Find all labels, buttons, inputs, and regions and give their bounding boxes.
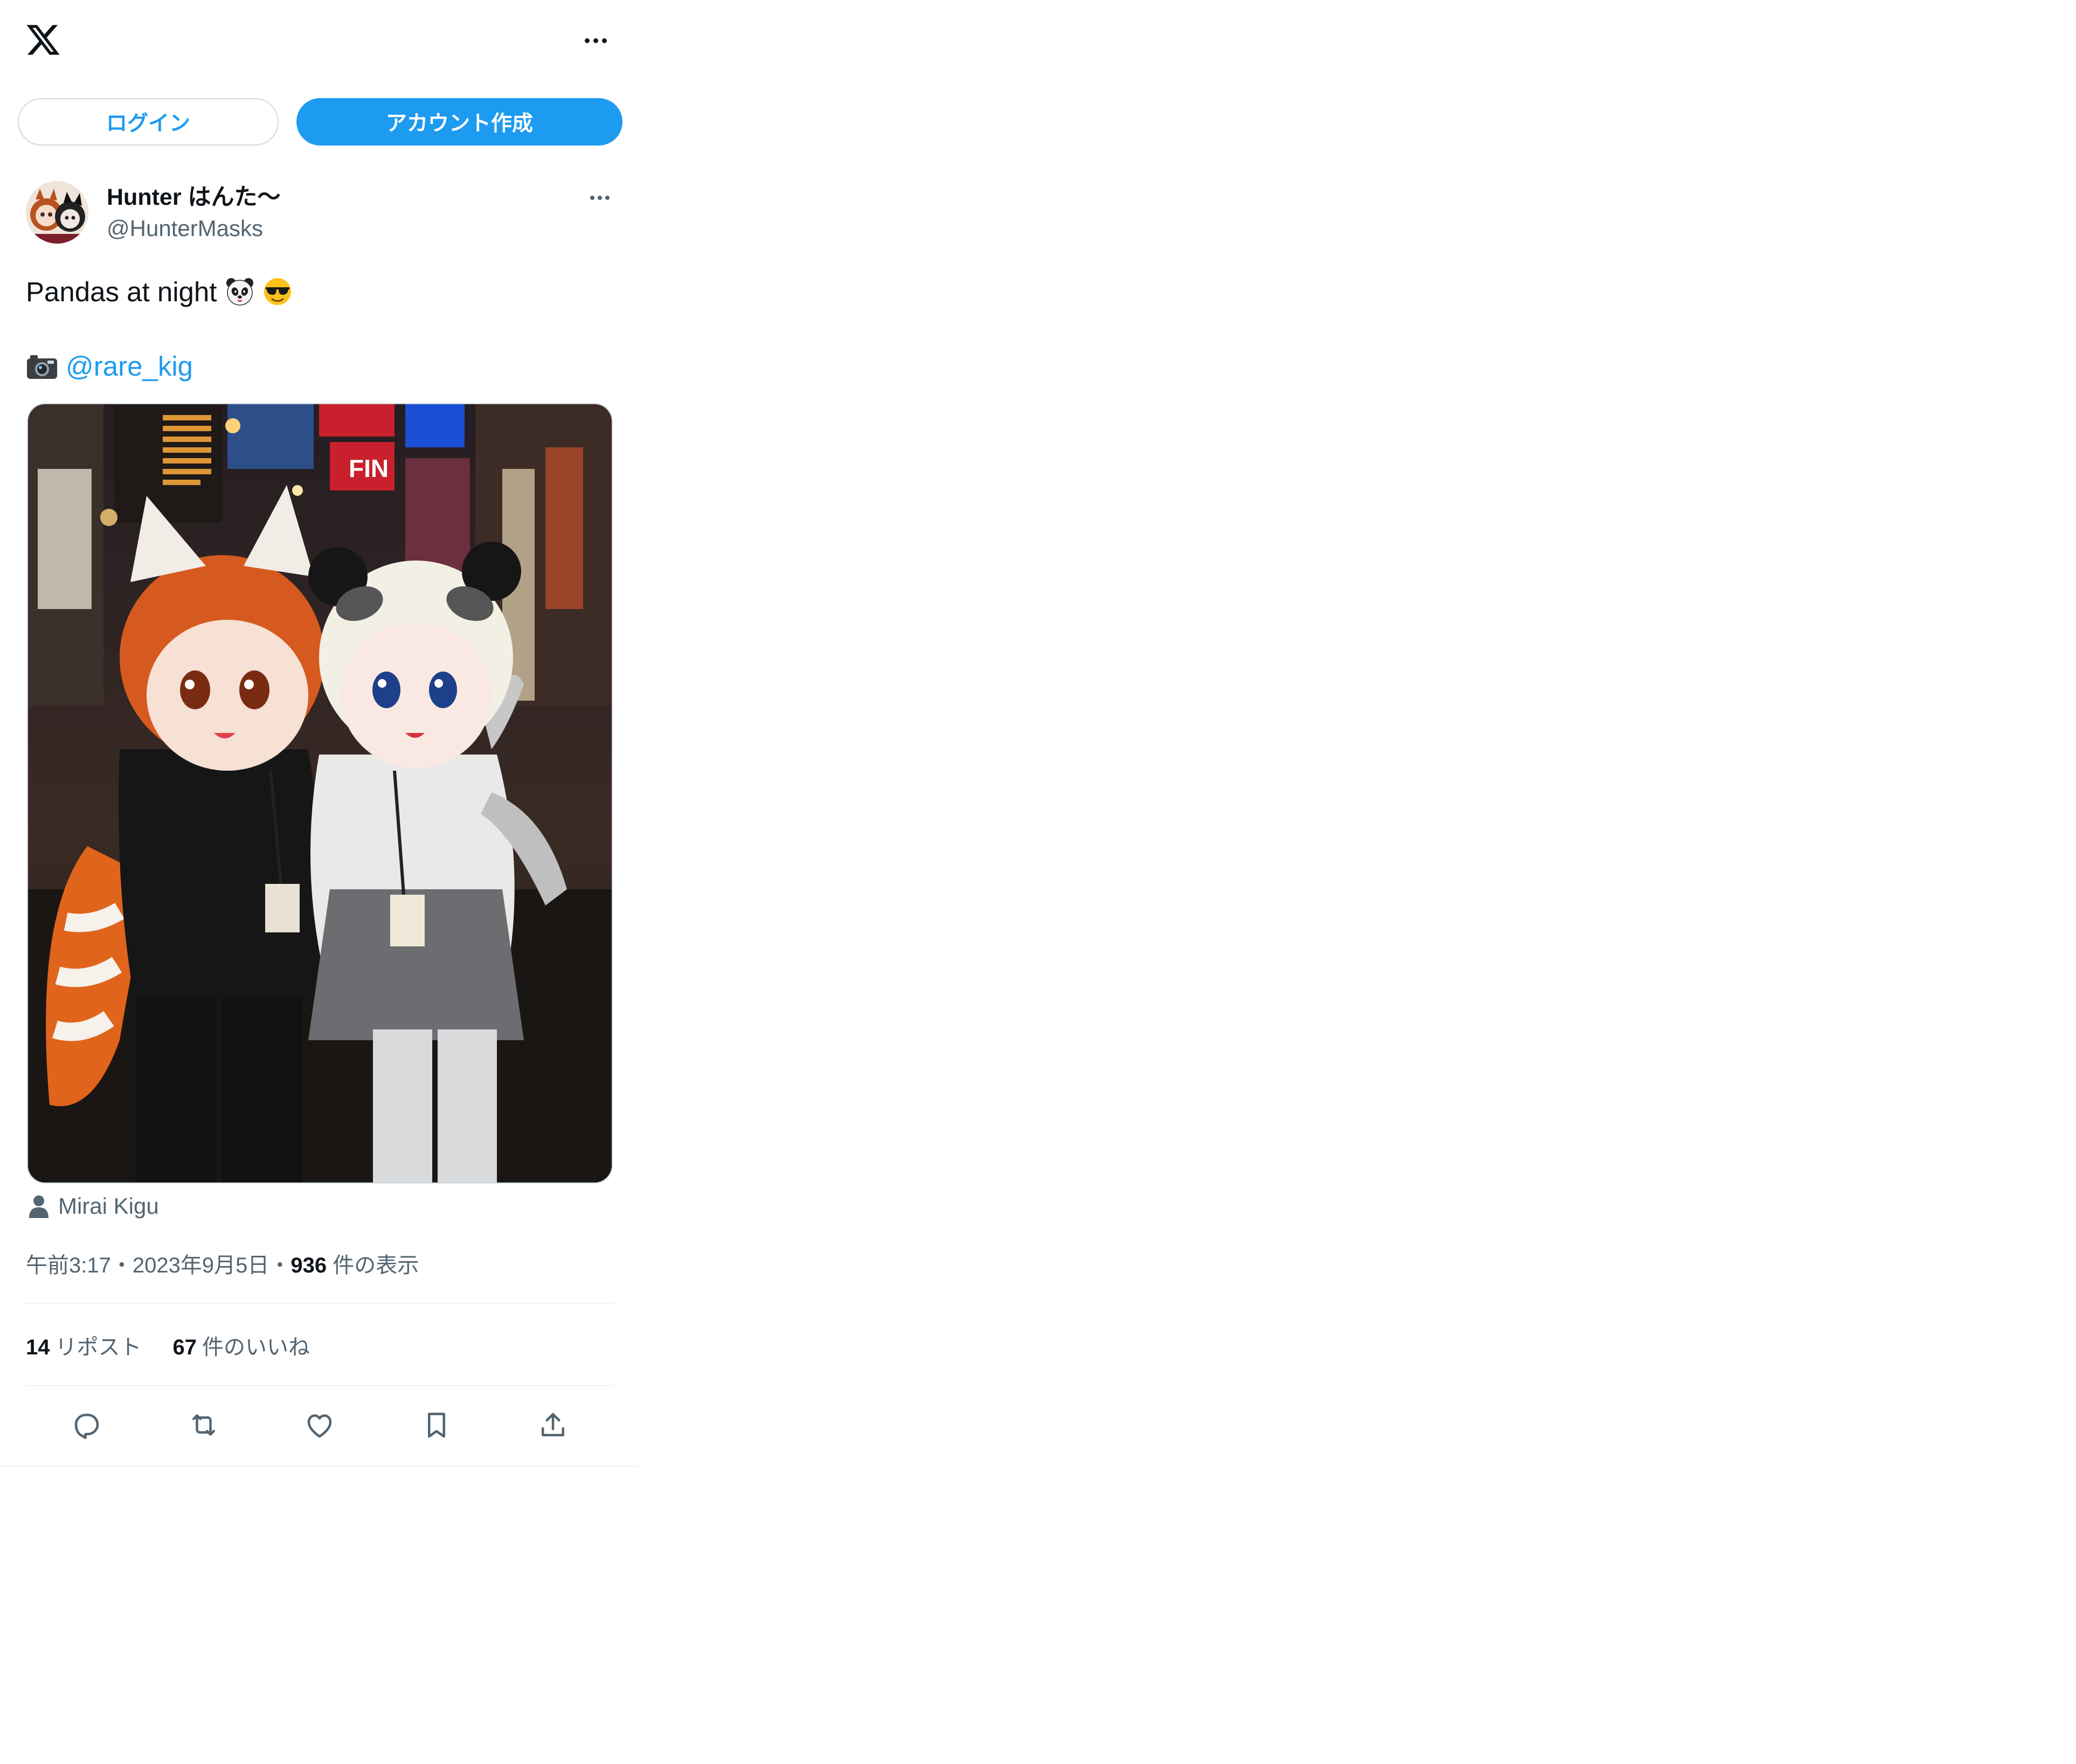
reposts-count: 14 xyxy=(26,1336,50,1359)
action-bar xyxy=(26,1403,613,1447)
divider xyxy=(26,1303,613,1304)
likes-count: 67 xyxy=(172,1336,197,1359)
repost-icon[interactable] xyxy=(182,1403,225,1447)
tweet-time[interactable]: 午前3:17 xyxy=(26,1254,111,1277)
svg-text:FIN: FIN xyxy=(349,454,389,482)
engagement-stats: 14 リポスト 67 件のいいね xyxy=(26,1333,310,1361)
signup-button[interactable]: アカウント作成 xyxy=(296,98,622,146)
likes-stat[interactable]: 67 件のいいね xyxy=(173,1333,310,1361)
reposts-label: リポスト xyxy=(55,1336,142,1359)
login-button[interactable]: ログイン xyxy=(18,98,279,146)
divider xyxy=(26,1385,613,1386)
author-name[interactable]: Hunter はんた〜 xyxy=(107,183,281,211)
tweet-meta: 午前3:17・2023年9月5日・936 件の表示 xyxy=(26,1251,419,1279)
heart-icon[interactable] xyxy=(298,1403,341,1447)
photo-credit-line: @rare_kig xyxy=(26,349,193,384)
tweet-page: ログイン アカウント作成 Hunter はんた〜 @HunterMasks Pa… xyxy=(0,0,638,1467)
reposts-stat[interactable]: 14 リポスト xyxy=(26,1333,142,1361)
more-options-icon[interactable] xyxy=(579,32,612,49)
media-tag[interactable]: Mirai Kigu xyxy=(28,1193,159,1219)
author-handle[interactable]: @HunterMasks xyxy=(107,215,263,243)
panda-face-emoji xyxy=(225,276,255,315)
share-icon[interactable] xyxy=(531,1403,575,1447)
tweet-text-content: Pandas at night xyxy=(26,276,217,307)
x-logo-icon[interactable] xyxy=(25,22,61,58)
person-icon xyxy=(28,1194,50,1218)
meta-separator: ・ xyxy=(269,1254,291,1277)
camera-with-flash-emoji xyxy=(26,353,58,380)
likes-label: 件のいいね xyxy=(202,1336,310,1359)
tweet-date[interactable]: 2023年9月5日 xyxy=(133,1254,269,1277)
meta-separator: ・ xyxy=(110,1254,133,1277)
tweet-more-icon[interactable] xyxy=(585,190,615,206)
views-count: 936 xyxy=(290,1254,327,1277)
tweet-photo[interactable]: FIN xyxy=(27,403,613,1184)
photo-credit-mention[interactable]: @rare_kig xyxy=(66,349,193,384)
views-label: 件の表示 xyxy=(333,1254,419,1277)
avatar[interactable] xyxy=(26,181,88,244)
media-tag-name: Mirai Kigu xyxy=(58,1193,159,1219)
bookmark-icon[interactable] xyxy=(415,1403,458,1447)
tweet-text: Pandas at night xyxy=(26,275,293,315)
reply-icon[interactable] xyxy=(65,1403,108,1447)
smiling-face-with-sunglasses-emoji xyxy=(262,276,293,315)
